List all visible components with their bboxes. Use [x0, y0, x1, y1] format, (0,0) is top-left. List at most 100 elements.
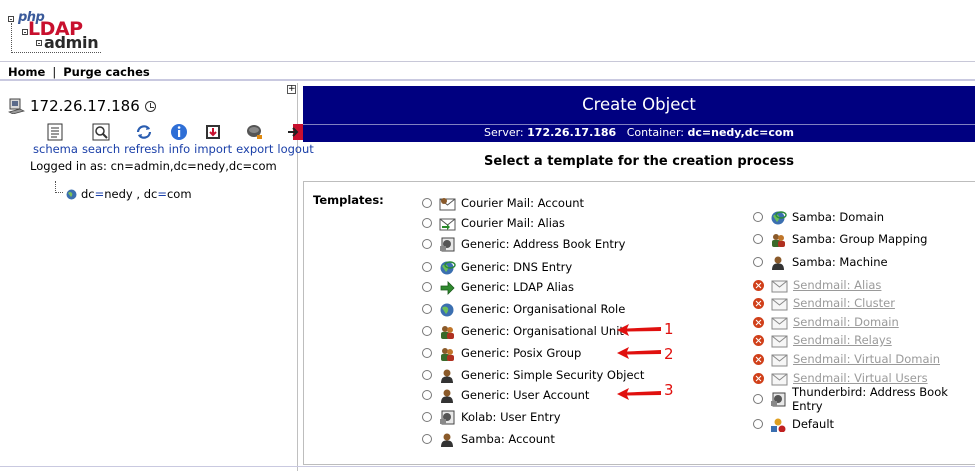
template-option: Sendmail: Relays: [753, 331, 892, 349]
search-button[interactable]: search: [82, 123, 120, 156]
template-radio[interactable]: [422, 262, 432, 272]
group-icon: [441, 325, 454, 339]
logo-admin-text: admin: [44, 33, 99, 52]
template-radio[interactable]: [422, 282, 432, 292]
template-label[interactable]: Generic: Simple Security Object: [461, 368, 644, 382]
template-option[interactable]: Samba: Group Mapping: [753, 230, 927, 248]
template-label[interactable]: Generic: User Account: [461, 388, 589, 402]
template-option[interactable]: Generic: LDAP Alias: [422, 278, 574, 296]
schema-button[interactable]: schema: [33, 123, 78, 156]
template-option[interactable]: Courier Mail: Alias: [422, 214, 565, 232]
template-label[interactable]: Generic: Address Book Entry: [461, 237, 625, 251]
template-radio[interactable]: [753, 257, 763, 267]
template-option[interactable]: Generic: Organisational Role: [422, 300, 625, 318]
template-label[interactable]: Samba: Account: [461, 432, 555, 446]
template-label[interactable]: Courier Mail: Account: [461, 196, 584, 210]
template-label[interactable]: Generic: LDAP Alias: [461, 280, 574, 294]
expand-pane-icon[interactable]: +: [287, 85, 296, 94]
server-toolbar: schema search refresh info import export…: [33, 123, 318, 156]
export-button[interactable]: export: [236, 123, 273, 156]
server-icon: [8, 98, 25, 114]
globe-icon: [66, 189, 77, 199]
template-radio[interactable]: [422, 390, 432, 400]
mail-icon: [771, 298, 788, 310]
template-option[interactable]: Samba: Machine: [753, 253, 888, 271]
template-label[interactable]: Kolab: User Entry: [461, 410, 561, 424]
clock-icon: [144, 100, 156, 112]
server-value: 172.26.17.186: [527, 126, 617, 139]
template-label: Sendmail: Alias: [793, 278, 882, 292]
not-available-icon: [753, 279, 764, 291]
template-option[interactable]: Default: [753, 415, 834, 433]
template-option[interactable]: Samba: Domain: [753, 208, 884, 226]
template-option[interactable]: Generic: Simple Security Object: [422, 366, 644, 384]
purge-caches-link[interactable]: Purge caches: [63, 65, 150, 79]
template-label[interactable]: Samba: Domain: [792, 210, 884, 224]
mail-user-icon: [439, 197, 456, 210]
not-available-icon: [753, 372, 764, 384]
template-label[interactable]: Samba: Group Mapping: [792, 232, 927, 246]
template-label: Sendmail: Virtual Users: [793, 371, 928, 385]
container-value: dc=nedy,dc=com: [687, 126, 794, 139]
tree-entry-label[interactable]: dc=nedy , dc=com: [81, 187, 192, 201]
template-option[interactable]: Generic: Posix Group: [422, 344, 581, 362]
template-label[interactable]: Samba: Machine: [792, 255, 888, 269]
template-radio[interactable]: [422, 218, 432, 228]
template-radio[interactable]: [422, 412, 432, 422]
template-option[interactable]: Generic: User Account: [422, 386, 589, 404]
home-link[interactable]: Home: [8, 65, 45, 79]
template-label[interactable]: Thunderbird: Address Book Entry: [792, 385, 975, 413]
templates-label: Templates:: [313, 193, 384, 207]
server-name[interactable]: 172.26.17.186: [30, 97, 140, 115]
info-icon: [171, 124, 188, 140]
template-label[interactable]: Default: [792, 417, 834, 431]
template-option[interactable]: Thunderbird: Address Book Entry: [753, 385, 975, 413]
mail-icon: [771, 335, 788, 347]
template-radio[interactable]: [422, 434, 432, 444]
template-label[interactable]: Generic: Organisational Role: [461, 302, 625, 316]
template-label: Sendmail: Domain: [793, 315, 899, 329]
page-title: Create Object: [303, 86, 975, 124]
select-template-heading: Select a template for the creation proce…: [484, 154, 794, 169]
not-available-icon: [753, 334, 764, 346]
template-label[interactable]: Generic: DNS Entry: [461, 260, 572, 274]
template-radio[interactable]: [422, 198, 432, 208]
mail-icon: [771, 373, 788, 385]
template-option[interactable]: Generic: DNS Entry: [422, 258, 572, 276]
not-available-icon: [753, 297, 764, 309]
template-radio[interactable]: [422, 304, 432, 314]
template-radio[interactable]: [422, 326, 432, 336]
template-label[interactable]: Courier Mail: Alias: [461, 216, 565, 230]
address-book-icon: [440, 237, 455, 251]
template-option[interactable]: Kolab: User Entry: [422, 408, 561, 426]
template-label: Sendmail: Cluster: [793, 296, 895, 310]
annotation-number-2: 2: [664, 345, 674, 363]
template-option[interactable]: Samba: Account: [422, 430, 555, 448]
top-nav: Home | Purge caches: [0, 61, 975, 81]
template-radio[interactable]: [753, 394, 763, 404]
import-icon: [206, 125, 221, 139]
template-label[interactable]: Generic: Organisational Unit: [461, 324, 624, 338]
template-option[interactable]: Generic: Address Book Entry: [422, 235, 625, 253]
template-radio[interactable]: [422, 370, 432, 380]
tree-entry-base-dn[interactable]: dc=nedy , dc=com: [55, 181, 192, 201]
server-container-info: Server: 172.26.17.186 Container: dc=nedy…: [303, 124, 975, 142]
import-button[interactable]: import: [194, 123, 232, 156]
user-icon: [441, 389, 453, 403]
template-radio[interactable]: [753, 234, 763, 244]
template-radio[interactable]: [422, 239, 432, 249]
template-option[interactable]: Courier Mail: Account: [422, 194, 584, 212]
tree-node-icon: [8, 16, 14, 22]
template-option: Sendmail: Cluster: [753, 294, 895, 312]
info-button[interactable]: info: [169, 123, 190, 156]
logout-icon: [287, 124, 303, 140]
template-radio[interactable]: [753, 419, 763, 429]
dns-icon: [771, 210, 787, 224]
template-label[interactable]: Generic: Posix Group: [461, 346, 581, 360]
template-option[interactable]: Generic: Organisational Unit: [422, 322, 624, 340]
template-radio[interactable]: [422, 348, 432, 358]
mail-icon: [771, 317, 788, 329]
refresh-button[interactable]: refresh: [124, 123, 165, 156]
template-radio[interactable]: [753, 212, 763, 222]
template-option: Sendmail: Virtual Domain: [753, 350, 940, 368]
